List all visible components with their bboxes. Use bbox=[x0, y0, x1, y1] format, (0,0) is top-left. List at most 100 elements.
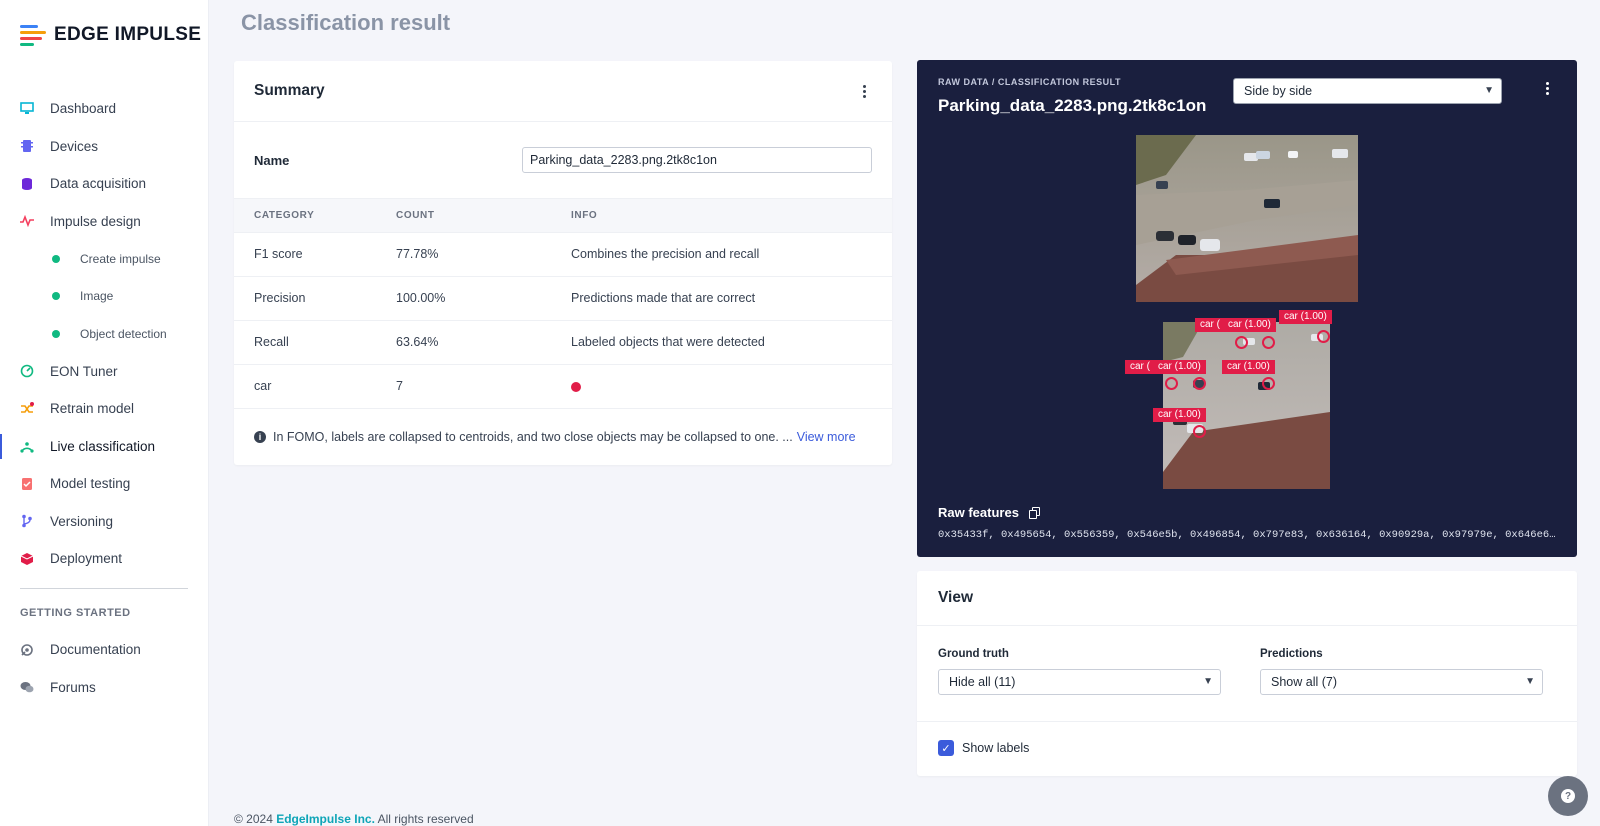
sidebar-item-image[interactable]: Image bbox=[0, 278, 209, 316]
status-dot-icon bbox=[52, 329, 60, 338]
sidebar-item-label: Documentation bbox=[50, 642, 141, 658]
count-cell: 7 bbox=[396, 364, 571, 409]
sidebar-item-data-acquisition[interactable]: Data acquisition bbox=[0, 165, 209, 203]
sidebar-item-eon-tuner[interactable]: EON Tuner bbox=[0, 353, 209, 391]
sidebar-item-documentation[interactable]: Documentation bbox=[0, 631, 209, 669]
help-button[interactable]: ? bbox=[1548, 776, 1588, 816]
sidebar-item-label: Live classification bbox=[50, 438, 156, 454]
sidebar-item-label: Forums bbox=[50, 679, 96, 695]
branch-icon bbox=[20, 514, 34, 528]
view-more-link[interactable]: View more bbox=[797, 430, 856, 444]
tuner-icon bbox=[20, 364, 34, 378]
sidebar-item-forums[interactable]: Forums bbox=[0, 669, 209, 707]
sidebar-item-label: Data acquisition bbox=[50, 176, 147, 192]
raw-data-panel: RAW DATA / CLASSIFICATION RESULT Parking… bbox=[917, 60, 1577, 557]
info-cell bbox=[571, 364, 892, 409]
table-header-row: CATEGORY COUNT INFO bbox=[234, 199, 892, 233]
class-color-dot-icon bbox=[571, 381, 581, 392]
ground-truth-select[interactable]: Hide all (11) ▼ bbox=[938, 669, 1221, 695]
sidebar-item-impulse-design[interactable]: Impulse design bbox=[0, 203, 209, 241]
view-mode-select[interactable]: Side by side ▼ bbox=[1233, 78, 1502, 104]
footer-brand-link[interactable]: EdgeImpulse Inc. bbox=[276, 812, 375, 826]
sidebar-item-dashboard[interactable]: Dashboard bbox=[0, 90, 209, 128]
sidebar-item-create-impulse[interactable]: Create impulse bbox=[0, 240, 209, 278]
copy-icon[interactable] bbox=[1028, 506, 1040, 519]
sidebar-item-label: Devices bbox=[50, 138, 99, 154]
prediction-centroid-icon bbox=[1262, 377, 1275, 390]
predictions-select[interactable]: Show all (7) ▼ bbox=[1260, 669, 1543, 695]
column-header-info: INFO bbox=[571, 199, 892, 233]
table-row: car 7 bbox=[234, 364, 892, 409]
sidebar-item-live-classification[interactable]: Live classification bbox=[0, 428, 209, 466]
chevron-down-icon: ▼ bbox=[1525, 676, 1535, 687]
count-cell: 100.00% bbox=[396, 276, 571, 321]
shuffle-icon bbox=[20, 401, 34, 416]
getting-started-nav: Documentation Forums bbox=[0, 631, 209, 706]
prediction-label: car ( bbox=[1195, 318, 1225, 332]
docs-icon bbox=[20, 643, 34, 657]
sample-title: Parking_data_2283.png.2tk8c1on bbox=[938, 96, 1207, 115]
ground-truth-label: Ground truth bbox=[938, 648, 1009, 660]
view-mode-value: Side by side bbox=[1244, 84, 1313, 98]
summary-header: Summary bbox=[234, 61, 892, 122]
footer: © 2024 EdgeImpulse Inc. All rights reser… bbox=[234, 812, 474, 826]
table-row: F1 score 77.78% Combines the precision a… bbox=[234, 232, 892, 277]
sidebar-item-retrain-model[interactable]: Retrain model bbox=[0, 390, 209, 428]
logo[interactable]: EDGE IMPULSE bbox=[20, 24, 201, 46]
raw-features-values: 0x35433f, 0x495654, 0x556359, 0x546e5b, … bbox=[938, 529, 1558, 541]
sidebar-item-object-detection[interactable]: Object detection bbox=[0, 315, 209, 353]
summary-card: Summary Name CATEGORY COUNT INFO F1 scor… bbox=[234, 61, 892, 465]
sidebar-item-label: Impulse design bbox=[50, 213, 141, 229]
raw-image bbox=[1136, 135, 1358, 302]
summary-menu-icon[interactable] bbox=[856, 83, 872, 99]
sidebar-item-versioning[interactable]: Versioning bbox=[0, 503, 209, 541]
sidebar-section-title: GETTING STARTED bbox=[20, 607, 131, 619]
sidebar-item-model-testing[interactable]: Model testing bbox=[0, 465, 209, 503]
prediction-label: car (1.00) bbox=[1279, 310, 1332, 324]
database-icon bbox=[20, 177, 34, 191]
box-icon bbox=[20, 552, 34, 566]
breadcrumb: RAW DATA / CLASSIFICATION RESULT bbox=[938, 77, 1121, 87]
show-labels-label[interactable]: Show labels bbox=[962, 741, 1029, 755]
test-icon bbox=[20, 477, 34, 491]
info-cell: Combines the precision and recall bbox=[571, 232, 892, 277]
predictions-label: Predictions bbox=[1260, 648, 1323, 660]
sidebar-item-label: Model testing bbox=[50, 476, 131, 492]
summary-title: Summary bbox=[254, 82, 325, 99]
sidebar-item-deployment[interactable]: Deployment bbox=[0, 540, 209, 578]
footer-copyright: © 2024 bbox=[234, 812, 273, 826]
prediction-label: car (1.00) bbox=[1222, 360, 1275, 374]
sidebar-item-devices[interactable]: Devices bbox=[0, 128, 209, 166]
prediction-label: car ( bbox=[1125, 360, 1155, 374]
view-title: View bbox=[938, 589, 974, 606]
prediction-centroid-icon bbox=[1317, 330, 1330, 343]
panel-menu-icon[interactable] bbox=[1539, 80, 1555, 96]
pulse-icon bbox=[20, 214, 34, 228]
name-input[interactable] bbox=[522, 147, 872, 173]
name-row: Name bbox=[234, 122, 892, 199]
question-icon: ? bbox=[1561, 789, 1575, 803]
edge-impulse-logo-icon bbox=[20, 24, 48, 46]
info-icon: i bbox=[254, 431, 266, 443]
sidebar-item-label: Create impulse bbox=[80, 251, 161, 266]
ground-truth-value: Hide all (11) bbox=[949, 675, 1016, 689]
logo-text: EDGE IMPULSE bbox=[54, 24, 202, 45]
column-header-count: COUNT bbox=[396, 199, 571, 233]
prediction-label: car (1.00) bbox=[1153, 360, 1206, 374]
category-cell: F1 score bbox=[234, 232, 396, 277]
name-label: Name bbox=[254, 152, 290, 168]
sidebar-item-label: Retrain model bbox=[50, 401, 135, 417]
show-labels-checkbox[interactable]: ✓ bbox=[938, 740, 954, 756]
column-header-category: CATEGORY bbox=[234, 199, 396, 233]
table-row: Recall 63.64% Labeled objects that were … bbox=[234, 320, 892, 365]
category-cell: Recall bbox=[234, 320, 396, 365]
prediction-centroid-icon bbox=[1235, 336, 1248, 349]
fomo-note: i In FOMO, labels are collapsed to centr… bbox=[234, 409, 892, 466]
sidebar-divider bbox=[20, 588, 188, 589]
sidebar-item-label: Dashboard bbox=[50, 101, 117, 117]
chip-icon bbox=[20, 139, 34, 153]
prediction-centroid-icon bbox=[1193, 425, 1206, 438]
info-cell: Labeled objects that were detected bbox=[571, 320, 892, 365]
raw-features-label: Raw features bbox=[938, 505, 1019, 520]
sidebar-item-label: Versioning bbox=[50, 513, 114, 529]
